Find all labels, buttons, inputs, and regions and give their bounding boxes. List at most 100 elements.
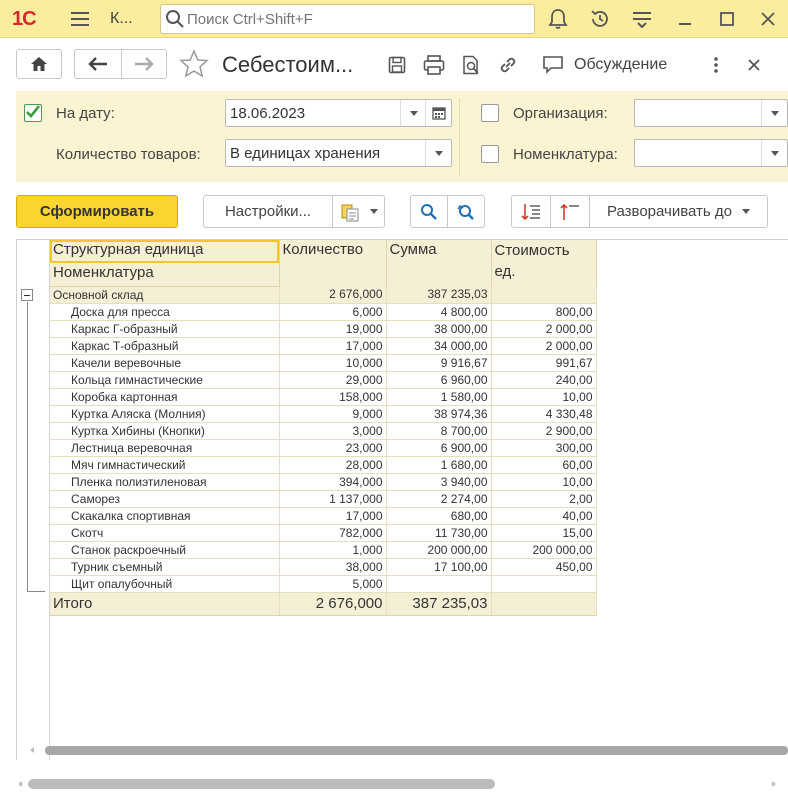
item-name[interactable]: Куртка Хибины (Кнопки) [50, 422, 280, 440]
group-row[interactable]: Основной склад 2 676,000 387 235,03 [50, 286, 597, 304]
group-quantity[interactable]: 2 676,000 [279, 286, 387, 304]
app-name[interactable]: К... [110, 10, 133, 28]
maximize-icon[interactable] [715, 7, 739, 31]
variant-select-button[interactable] [332, 195, 385, 228]
group-name[interactable]: Основной склад [50, 286, 280, 304]
item-sum[interactable]: 3 940,00 [386, 473, 492, 491]
item-sum[interactable]: 38 000,00 [386, 320, 492, 338]
total-label[interactable]: Итого [50, 592, 280, 616]
item-unit-cost[interactable]: 40,00 [491, 507, 597, 525]
settings-button[interactable]: Настройки... [203, 195, 333, 228]
item-name[interactable]: Станок раскроечный [50, 541, 280, 559]
item-unit-cost[interactable]: 2 900,00 [491, 422, 597, 440]
table-row[interactable]: Лестница веревочная 23,000 6 900,00 300,00 [50, 439, 597, 457]
item-name[interactable]: Качели веревочные [50, 354, 280, 372]
quantity-dropdown-button[interactable] [425, 140, 451, 166]
item-name[interactable]: Кольца гимнастические [50, 371, 280, 389]
item-name[interactable]: Каркас Г-образный [50, 320, 280, 338]
forward-button[interactable] [121, 49, 167, 79]
item-name[interactable]: Скотч [50, 524, 280, 542]
item-sum[interactable]: 17 100,00 [386, 558, 492, 576]
minimize-icon[interactable] [673, 7, 697, 31]
item-quantity[interactable]: 5,000 [279, 575, 387, 593]
item-unit-cost[interactable]: 15,00 [491, 524, 597, 542]
table-row[interactable]: Кольца гимнастические 29,000 6 960,00 240,0… [50, 371, 597, 389]
item-sum[interactable]: 9 916,67 [386, 354, 492, 372]
item-unit-cost[interactable] [491, 575, 597, 593]
item-unit-cost[interactable]: 450,00 [491, 558, 597, 576]
date-checkbox[interactable] [24, 104, 42, 122]
expand-to-button[interactable]: Разворачивать до [589, 195, 768, 228]
item-sum[interactable]: 4 800,00 [386, 303, 492, 321]
search-input[interactable] [187, 10, 527, 28]
global-search[interactable] [160, 4, 535, 34]
table-row[interactable]: Мяч гимнастический 28,000 1 680,00 60,00 [50, 456, 597, 474]
item-quantity[interactable]: 23,000 [279, 439, 387, 457]
item-sum[interactable]: 6 960,00 [386, 371, 492, 389]
table-row[interactable]: Каркас Т-образный 17,000 34 000,00 2 000,00 [50, 337, 597, 355]
organization-dropdown-button[interactable] [761, 100, 787, 126]
item-quantity[interactable]: 17,000 [279, 507, 387, 525]
favorite-star-icon[interactable] [178, 48, 210, 80]
header-sum[interactable]: Сумма [386, 240, 492, 286]
organization-field[interactable] [634, 99, 788, 127]
item-sum[interactable]: 200 000,00 [386, 541, 492, 559]
header-structure[interactable]: Структурная единица [50, 240, 280, 263]
item-name[interactable]: Коробка картонная [50, 388, 280, 406]
header-quantity[interactable]: Количество [279, 240, 387, 286]
total-unit-cost[interactable] [491, 592, 597, 616]
item-quantity[interactable]: 1,000 [279, 541, 387, 559]
item-unit-cost[interactable]: 2 000,00 [491, 337, 597, 355]
date-dropdown-button[interactable] [400, 100, 426, 126]
item-name[interactable]: Доска для пресса [50, 303, 280, 321]
item-sum[interactable]: 6 900,00 [386, 439, 492, 457]
organization-checkbox[interactable] [481, 104, 499, 122]
item-unit-cost[interactable]: 60,00 [491, 456, 597, 474]
table-row[interactable]: Станок раскроечный 1,000 200 000,00 200 000… [50, 541, 597, 559]
print-icon[interactable] [421, 53, 447, 77]
item-name[interactable]: Мяч гимнастический [50, 456, 280, 474]
table-row[interactable]: Саморез 1 137,000 2 274,00 2,00 [50, 490, 597, 508]
item-sum[interactable]: 11 730,00 [386, 524, 492, 542]
back-button[interactable] [74, 49, 122, 79]
table-row[interactable]: Доска для пресса 6,000 4 800,00 800,00 [50, 303, 597, 321]
item-quantity[interactable]: 3,000 [279, 422, 387, 440]
item-quantity[interactable]: 19,000 [279, 320, 387, 338]
item-sum[interactable]: 38 974,36 [386, 405, 492, 423]
item-unit-cost[interactable]: 2,00 [491, 490, 597, 508]
calendar-button[interactable] [425, 100, 451, 126]
table-row[interactable]: Турник съемный 38,000 17 100,00 450,00 [50, 558, 597, 576]
1c-logo-icon[interactable]: 1С [12, 8, 37, 31]
collapse-all-button[interactable] [550, 195, 590, 228]
item-sum[interactable] [386, 575, 492, 593]
history-icon[interactable] [588, 7, 612, 31]
group-sum[interactable]: 387 235,03 [386, 286, 492, 304]
item-quantity[interactable]: 158,000 [279, 388, 387, 406]
save-icon[interactable] [385, 53, 409, 77]
total-row[interactable]: Итого 2 676,000 387 235,03 [50, 592, 597, 616]
item-unit-cost[interactable]: 4 330,48 [491, 405, 597, 423]
table-row[interactable]: Щит опалубочный 5,000 [50, 575, 597, 593]
close-form-icon[interactable] [744, 55, 764, 75]
item-sum[interactable]: 1 680,00 [386, 456, 492, 474]
item-unit-cost[interactable]: 300,00 [491, 439, 597, 457]
table-row[interactable]: Куртка Хибины (Кнопки) 3,000 8 700,00 2 900… [50, 422, 597, 440]
find-next-button[interactable] [447, 195, 485, 228]
header-nomenclature[interactable]: Номенклатура [50, 263, 280, 287]
collapse-group-toggle[interactable] [21, 289, 33, 301]
form-horizontal-scrollbar[interactable] [28, 779, 495, 789]
date-field[interactable]: 18.06.2023 [225, 99, 452, 127]
group-unit-cost[interactable] [491, 286, 597, 304]
discussion-button[interactable]: Обсуждение [574, 56, 667, 74]
item-name[interactable]: Скакалка спортивная [50, 507, 280, 525]
total-quantity[interactable]: 2 676,000 [279, 592, 387, 616]
item-quantity[interactable]: 17,000 [279, 337, 387, 355]
item-name[interactable]: Лестница веревочная [50, 439, 280, 457]
item-unit-cost[interactable]: 200 000,00 [491, 541, 597, 559]
item-name[interactable]: Каркас Т-образный [50, 337, 280, 355]
item-quantity[interactable]: 1 137,000 [279, 490, 387, 508]
table-row[interactable]: Куртка Аляска (Молния) 9,000 38 974,36 4 33… [50, 405, 597, 423]
table-row[interactable]: Скотч 782,000 11 730,00 15,00 [50, 524, 597, 542]
link-icon[interactable] [496, 53, 520, 77]
form-scroll-right-arrow-icon[interactable] [772, 781, 776, 787]
